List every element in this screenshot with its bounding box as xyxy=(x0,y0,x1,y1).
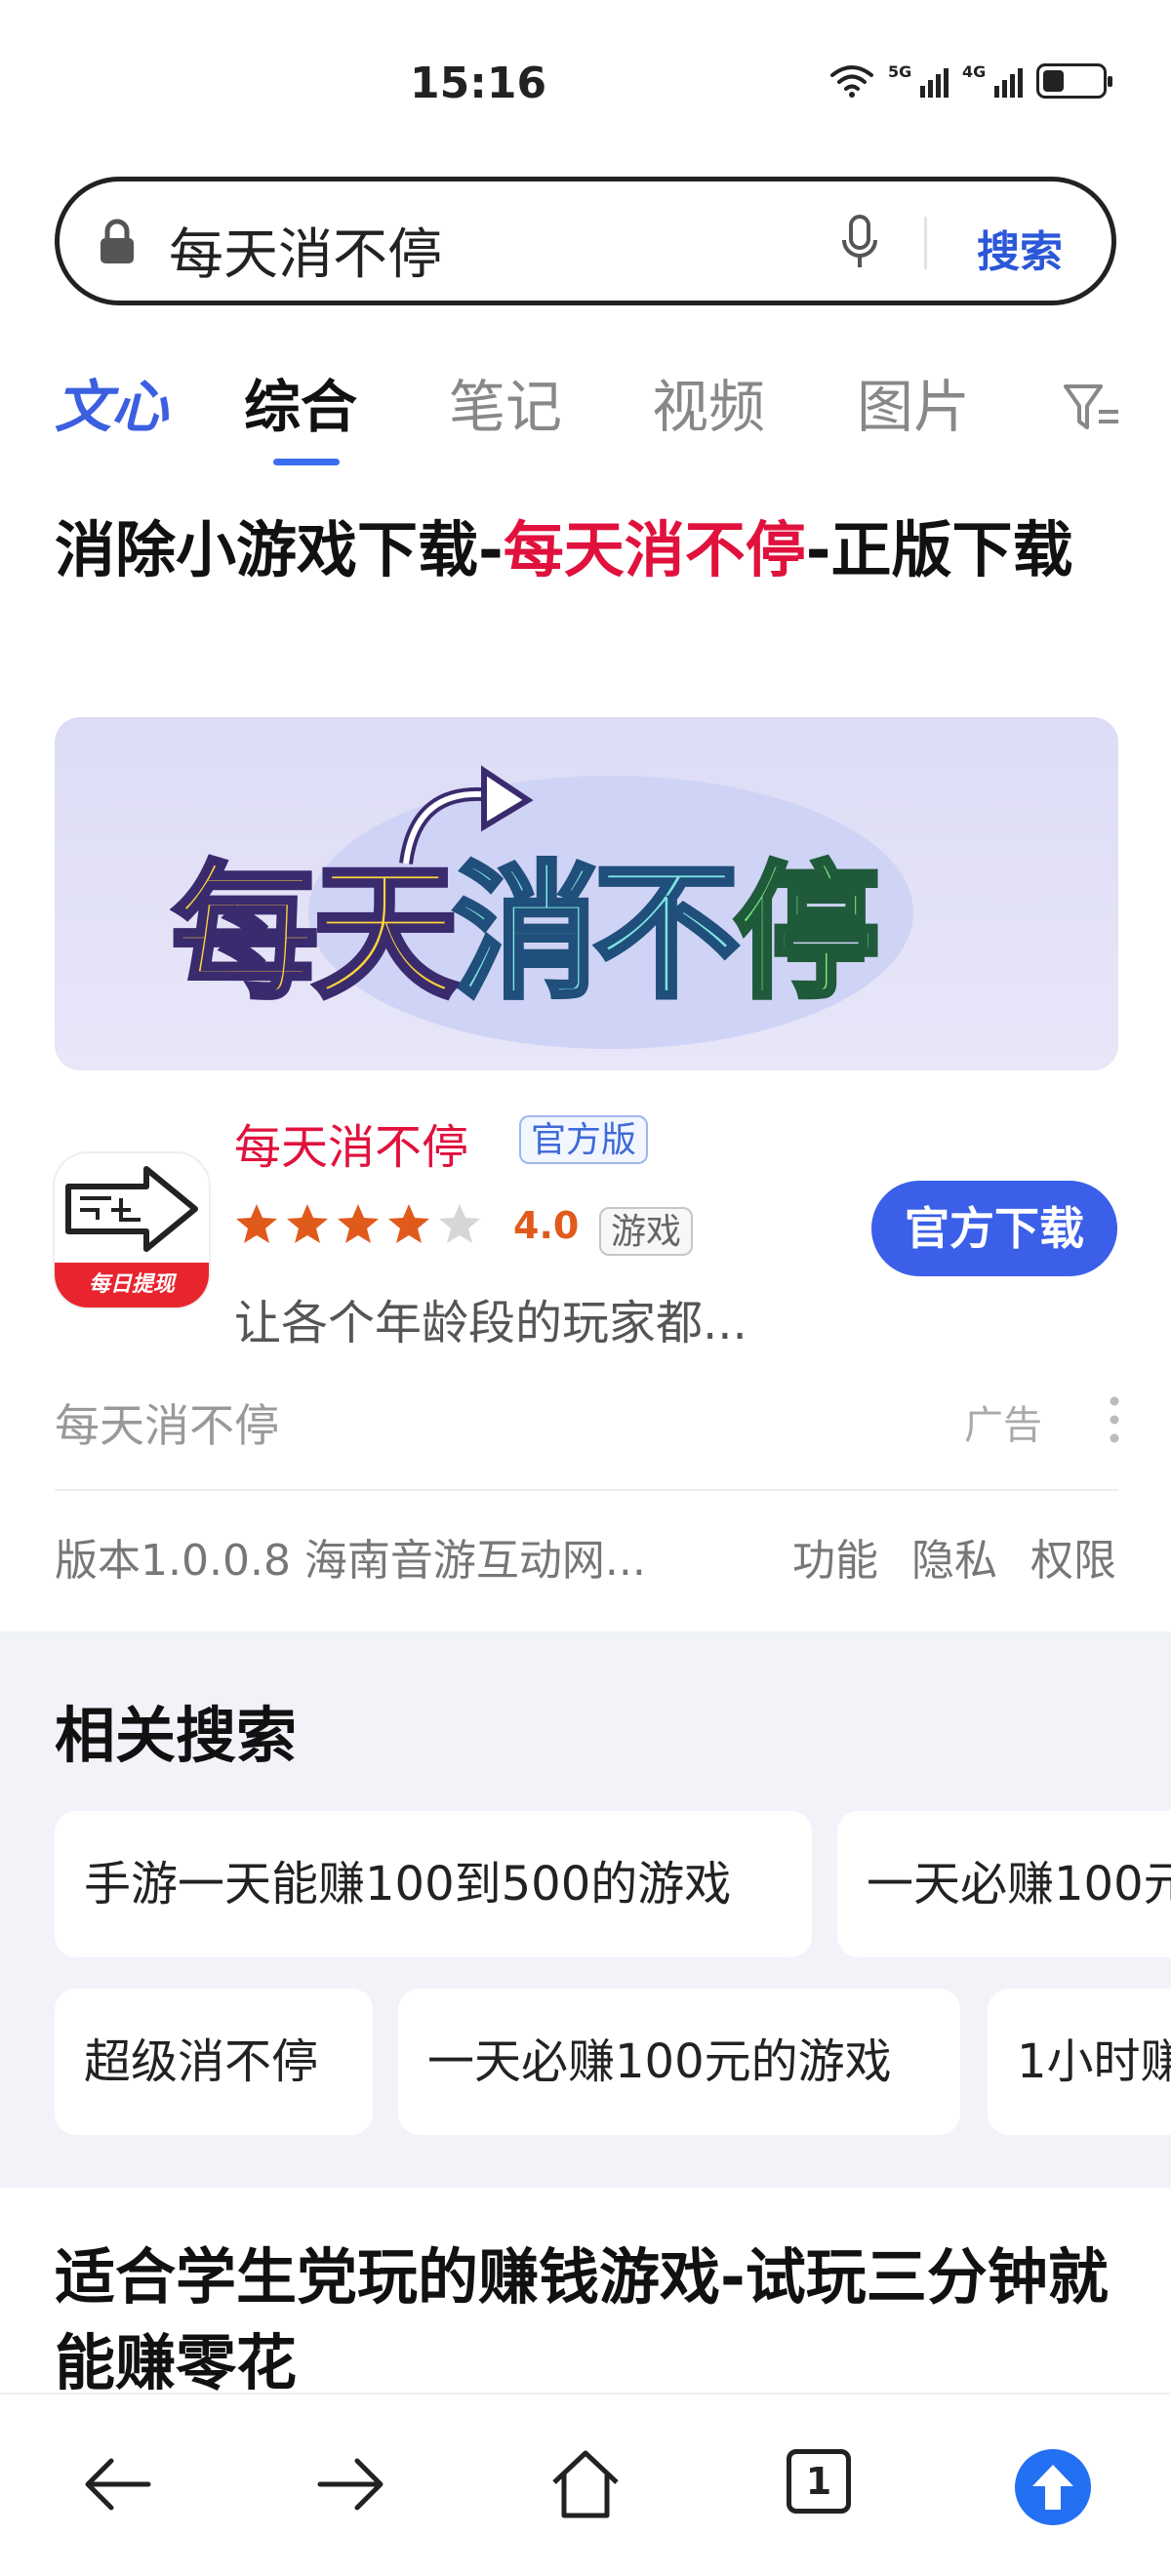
battery-icon xyxy=(1036,63,1112,99)
search-bar[interactable]: 每天消不停 搜索 xyxy=(55,177,1116,305)
result-source: 每天消不停 xyxy=(55,1399,279,1452)
version-info: 版本1.0.0.8 海南音游互动网... xyxy=(55,1536,646,1586)
banner-text-1: 每天 xyxy=(169,847,461,1022)
tabs-count-button[interactable]: 1 xyxy=(787,2449,851,2514)
app-description: 让各个年龄段的玩家都... xyxy=(234,1296,747,1350)
tab-videos[interactable]: 视频 xyxy=(652,361,765,443)
star-icon xyxy=(338,1204,379,1243)
app-icon-caption: 每日提现 xyxy=(55,1263,209,1308)
star-rating xyxy=(234,1202,482,1245)
upload-button[interactable] xyxy=(1015,2449,1091,2525)
signal-4g-icon: 4G xyxy=(962,62,1023,100)
tab-wenxin[interactable]: 文心 xyxy=(55,361,168,443)
up-arrow-icon xyxy=(1032,2465,1073,2510)
related-chip[interactable]: 一天必赚100元的游戏 xyxy=(398,1989,960,2135)
rating-value: 4.0 xyxy=(513,1204,580,1247)
home-icon[interactable] xyxy=(546,2445,625,2523)
game-banner-image[interactable]: 每天消不停 xyxy=(55,717,1118,1070)
related-chip[interactable]: 一天必赚100元 xyxy=(837,1811,1171,1957)
battery-level xyxy=(1043,70,1064,92)
star-icon xyxy=(287,1204,328,1243)
star-icon xyxy=(439,1204,480,1243)
official-badge: 官方版 xyxy=(519,1115,649,1164)
status-bar: 15:16 5G 4G xyxy=(0,0,1171,166)
lock-icon xyxy=(101,219,134,263)
official-download-button[interactable]: 官方下载 xyxy=(871,1181,1117,1276)
star-icon xyxy=(388,1204,429,1243)
status-icons: 5G 4G xyxy=(829,62,1112,100)
ad-label: 广告 xyxy=(964,1403,1042,1448)
forward-arrow-icon[interactable] xyxy=(312,2445,390,2523)
related-chip[interactable]: 手游一天能赚100到500的游戏 xyxy=(55,1811,812,1957)
related-chip[interactable]: 1小时赚 xyxy=(988,1989,1171,2135)
signal-5g-icon: 5G xyxy=(888,62,949,100)
maze-arrow-icon xyxy=(65,1166,198,1252)
search-tabs: 文心 综合 笔记 视频 图片 xyxy=(0,361,1171,468)
related-searches: 相关搜索 手游一天能赚100到500的游戏 一天必赚100元 超级消不停 一天必… xyxy=(0,1631,1171,2188)
banner-text-3: 停 xyxy=(732,847,883,1022)
tab-all[interactable]: 综合 xyxy=(244,361,357,443)
result-title-part2: -正版下载 xyxy=(805,514,1073,585)
result-title-part1: 消除小游戏下载- xyxy=(55,514,504,585)
result-title[interactable]: 消除小游戏下载-每天消不停-正版下载 xyxy=(55,507,1109,593)
link-permissions[interactable]: 权限 xyxy=(1030,1525,1116,1588)
status-time: 15:16 xyxy=(410,59,547,108)
bottom-navigation: 1 xyxy=(0,2393,1171,2576)
filter-icon[interactable] xyxy=(1062,379,1120,435)
microphone-icon[interactable] xyxy=(840,215,879,271)
star-icon xyxy=(236,1204,277,1243)
app-info-links: 功能 隐私 权限 xyxy=(792,1525,1116,1588)
tab-notes[interactable]: 笔记 xyxy=(449,361,562,443)
more-options-icon[interactable] xyxy=(1109,1395,1120,1444)
result-title-highlight: 每天消不停 xyxy=(503,514,806,585)
app-icon[interactable]: 每日提现 xyxy=(55,1153,209,1308)
signal-4g-label: 4G xyxy=(962,62,987,81)
link-features[interactable]: 功能 xyxy=(792,1525,878,1588)
wifi-icon xyxy=(830,65,873,98)
search-input[interactable]: 每天消不停 xyxy=(169,211,442,290)
link-privacy[interactable]: 隐私 xyxy=(911,1525,997,1588)
active-tab-indicator xyxy=(273,459,340,465)
app-name[interactable]: 每天消不停 xyxy=(234,1108,468,1177)
result-title-2[interactable]: 适合学生党玩的赚钱游戏-试玩三分钟就能赚零花 xyxy=(55,2234,1118,2406)
signal-5g-label: 5G xyxy=(888,62,912,81)
search-divider xyxy=(924,217,927,269)
banner-logo-text: 每天消不停 xyxy=(169,815,883,1026)
divider xyxy=(55,1489,1118,1491)
tab-images[interactable]: 图片 xyxy=(857,361,970,443)
search-button[interactable]: 搜索 xyxy=(977,217,1063,279)
category-badge: 游戏 xyxy=(599,1207,694,1256)
related-searches-title: 相关搜索 xyxy=(55,1700,298,1771)
back-arrow-icon[interactable] xyxy=(78,2445,156,2523)
related-chip[interactable]: 超级消不停 xyxy=(55,1989,373,2135)
banner-text-2: 消不 xyxy=(451,847,743,1022)
